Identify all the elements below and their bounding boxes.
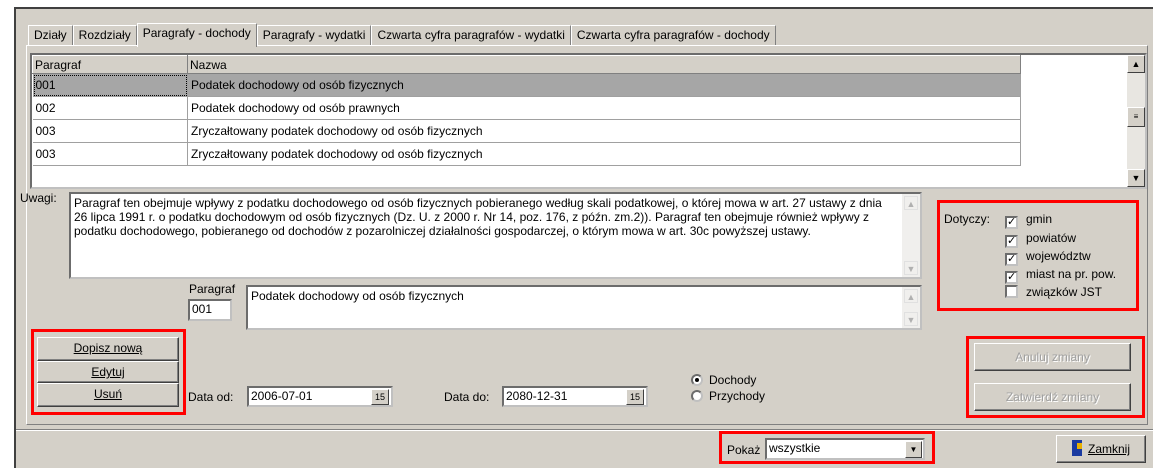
uwagi-scrollbar[interactable]: ▲ ▼ [902, 194, 920, 277]
checkbox-gmin[interactable]: ✓ gmin [1005, 212, 1052, 229]
checkbox-icon[interactable]: ✓ [1005, 253, 1018, 266]
radio-icon[interactable] [691, 390, 703, 402]
tab-rozdzialy[interactable]: Rozdziały [72, 25, 137, 46]
scroll-up-icon[interactable]: ▲ [904, 196, 918, 210]
tab-czwarta-cyfra-dochody[interactable]: Czwarta cyfra paragrafów - dochody [570, 25, 776, 46]
cell-nazwa[interactable]: Podatek dochodowy od osób fizycznych [187, 73, 1021, 97]
edit-button[interactable]: Edytuj [37, 361, 179, 383]
tab-czwarta-cyfra-wydatki[interactable]: Czwarta cyfra paragrafów - wydatki [371, 25, 571, 46]
scroll-thumb[interactable]: ≡ [1127, 107, 1145, 127]
cell-nazwa[interactable]: Podatek dochodowy od osób prawnych [187, 96, 1021, 120]
exit-door-icon [1071, 440, 1084, 456]
checkbox-powiatow[interactable]: ✓ powiatów [1005, 231, 1076, 248]
tab-paragrafy-dochody[interactable]: Paragrafy - dochody [136, 23, 257, 47]
date-from-label: Data od: [188, 390, 234, 404]
calendar-icon[interactable]: 15 [371, 389, 389, 405]
uwagi-label: Uwagi: [20, 191, 57, 205]
paragraf-name-scrollbar[interactable]: ▲ ▼ [902, 287, 920, 328]
paragraf-grid[interactable]: Paragraf Nazwa 001 Podatek dochodowy od … [30, 53, 1147, 189]
radio-przychody[interactable]: Przychody [691, 389, 765, 403]
cell-paragraf[interactable]: 002 [32, 96, 188, 120]
scroll-up-icon[interactable]: ▲ [1127, 55, 1145, 73]
grid-vertical-scrollbar[interactable]: ▲ ≡ ▼ [1127, 55, 1145, 187]
footer-divider [16, 429, 1153, 431]
confirm-changes-button[interactable]: Zatwierdź zmiany [974, 383, 1131, 411]
delete-button[interactable]: Usuń [37, 383, 179, 407]
scroll-up-icon[interactable]: ▲ [904, 289, 918, 303]
uwagi-text: Paragraf ten obejmuje wpływy z podatku d… [74, 196, 882, 238]
show-filter-select[interactable]: wszystkie ▼ [765, 438, 925, 460]
paragraf-name-input[interactable]: Podatek dochodowy od osób fizycznych ▲ ▼ [246, 285, 922, 330]
close-button[interactable]: Zamknij [1056, 435, 1146, 463]
tab-strip: Działy Rozdziały Paragrafy - dochody Par… [28, 23, 776, 47]
checkbox-icon[interactable]: ✓ [1005, 271, 1018, 284]
checkbox-icon[interactable]: ✓ [1005, 216, 1018, 229]
checkbox-icon[interactable] [1005, 285, 1018, 298]
checkbox-icon[interactable]: ✓ [1005, 235, 1018, 248]
main-window: Działy Rozdziały Paragrafy - dochody Par… [14, 7, 1153, 468]
cell-paragraf[interactable]: 003 [32, 142, 188, 166]
add-new-button[interactable]: Dopisz nową [37, 337, 179, 361]
paragraf-code-input[interactable]: 001 [188, 299, 232, 321]
scroll-down-icon[interactable]: ▼ [904, 312, 918, 326]
paragraf-label: Paragraf [189, 282, 236, 296]
cancel-changes-button[interactable]: Anuluj zmiany [974, 343, 1131, 371]
tab-paragrafy-wydatki[interactable]: Paragrafy - wydatki [256, 25, 372, 46]
show-label: Pokaż [727, 443, 761, 457]
column-header-paragraf[interactable]: Paragraf [32, 55, 188, 74]
table-row[interactable]: 003 Zryczałtowany podatek dochodowy od o… [32, 142, 1021, 166]
cell-nazwa[interactable]: Zryczałtowany podatek dochodowy od osób … [187, 142, 1021, 166]
date-to-input[interactable]: 2080-12-31 15 [502, 386, 648, 407]
dotyczy-label: Dotyczy: [944, 212, 991, 226]
uwagi-memo[interactable]: Paragraf ten obejmuje wpływy z podatku d… [69, 192, 922, 279]
checkbox-zwiazkow[interactable]: związków JST [1005, 285, 1102, 299]
cell-paragraf[interactable]: 003 [32, 119, 188, 143]
column-header-nazwa[interactable]: Nazwa [187, 55, 1021, 74]
checkbox-wojewodztw[interactable]: ✓ województw [1005, 249, 1091, 266]
scroll-down-icon[interactable]: ▼ [1127, 169, 1145, 187]
cell-nazwa[interactable]: Zryczałtowany podatek dochodowy od osób … [187, 119, 1021, 143]
chevron-down-icon[interactable]: ▼ [905, 441, 922, 458]
table-row[interactable]: 002 Podatek dochodowy od osób prawnych [32, 96, 1021, 120]
grid-header-row: Paragraf Nazwa [32, 55, 1021, 74]
cell-paragraf[interactable]: 001 [32, 73, 188, 97]
table-row[interactable]: 003 Zryczałtowany podatek dochodowy od o… [32, 119, 1021, 143]
calendar-icon[interactable]: 15 [626, 389, 644, 405]
radio-dochody[interactable]: Dochody [691, 373, 756, 387]
date-to-label: Data do: [444, 390, 490, 404]
radio-selected-icon[interactable] [691, 374, 703, 386]
date-from-input[interactable]: 2006-07-01 15 [247, 386, 393, 407]
scroll-down-icon[interactable]: ▼ [904, 261, 918, 275]
table-row[interactable]: 001 Podatek dochodowy od osób fizycznych [32, 73, 1021, 97]
checkbox-miast[interactable]: ✓ miast na pr. pow. [1005, 267, 1116, 284]
tab-dzialy[interactable]: Działy [28, 25, 73, 46]
